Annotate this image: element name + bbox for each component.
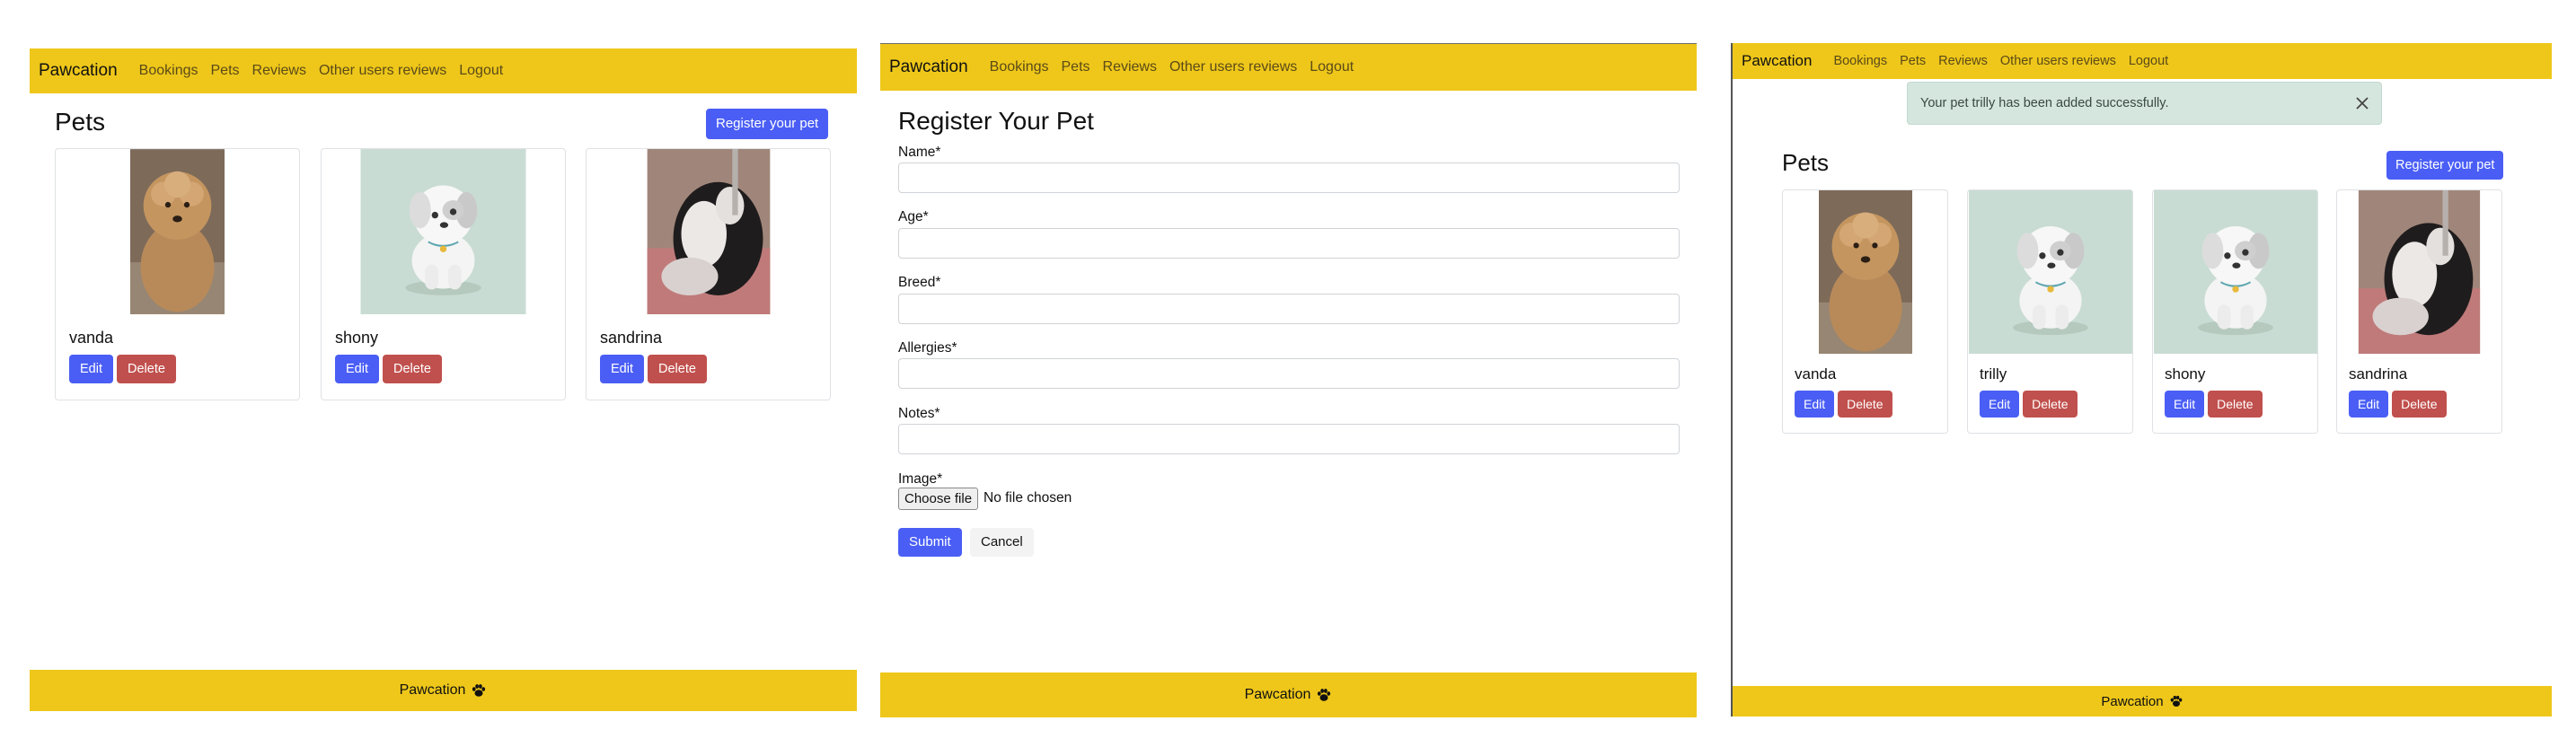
delete-button[interactable]: Delete (1838, 391, 1892, 418)
register-pet-button[interactable]: Register your pet (706, 109, 829, 139)
nav-link-pets[interactable]: Pets (211, 63, 240, 79)
pet-name: trilly (1980, 365, 2007, 382)
pets-list-panel: Pawcation Bookings Pets Reviews Other us… (30, 48, 857, 711)
image-label: Image* (898, 471, 943, 487)
nav-link-logout[interactable]: Logout (459, 63, 503, 79)
nav-link-logout[interactable]: Logout (2129, 54, 2168, 68)
edit-button[interactable]: Edit (335, 355, 379, 383)
nav-link-reviews[interactable]: Reviews (1938, 54, 1988, 68)
pet-card: trilly Edit Delete (1967, 189, 2133, 434)
footer: Pawcation (880, 672, 1697, 717)
footer: Pawcation (1733, 686, 2552, 716)
navbar-brand[interactable]: Pawcation (1742, 52, 1812, 70)
delete-button[interactable]: Delete (117, 355, 176, 383)
delete-button[interactable]: Delete (2208, 391, 2263, 418)
pet-name: vanda (69, 329, 114, 347)
navbar: Pawcation Bookings Pets Reviews Other us… (1733, 43, 2552, 79)
alert-message: Your pet trilly has been added successfu… (1920, 96, 2169, 110)
nav-link-pets[interactable]: Pets (1062, 59, 1090, 75)
paw-icon (1316, 687, 1332, 703)
nav-link-other-users-reviews[interactable]: Other users reviews (1169, 59, 1297, 75)
success-alert: Your pet trilly has been added successfu… (1907, 82, 2382, 125)
footer: Pawcation (30, 670, 857, 711)
allergies-label: Allergies* (898, 340, 957, 356)
register-pet-panel: Pawcation Bookings Pets Reviews Other us… (880, 43, 1697, 717)
pet-card: vanda Edit Delete (55, 148, 300, 400)
pets-list-after-add-panel: Pawcation Bookings Pets Reviews Other us… (1731, 43, 2552, 716)
nav-link-logout[interactable]: Logout (1310, 59, 1354, 75)
footer-brand: Pawcation (399, 682, 466, 698)
paw-icon (2169, 694, 2183, 708)
pet-name: shony (335, 329, 379, 347)
pet-card: shony Edit Delete (321, 148, 566, 400)
delete-button[interactable]: Delete (383, 355, 442, 383)
cartoon-puppy (360, 149, 526, 314)
pet-image (1783, 190, 1947, 354)
name-label: Name* (898, 145, 941, 160)
black-white-puppy-photo (647, 149, 770, 314)
pet-card: vanda Edit Delete (1782, 189, 1948, 434)
pet-name: sandrina (2349, 365, 2408, 382)
pet-image (2337, 190, 2501, 354)
pet-card: sandrina Edit Delete (2336, 189, 2502, 434)
edit-button[interactable]: Edit (1795, 391, 1835, 418)
pet-card: sandrina Edit Delete (586, 148, 831, 400)
pet-card: shony Edit Delete (2152, 189, 2318, 434)
file-status: No file chosen (984, 490, 1072, 505)
pet-name: sandrina (600, 329, 663, 347)
allergies-field[interactable] (898, 358, 1680, 389)
pet-image (1968, 190, 2132, 354)
cartoon-puppy (1968, 190, 2132, 354)
pet-image (587, 149, 830, 314)
page-title: Pets (1782, 149, 1830, 176)
pet-image (2153, 190, 2317, 354)
delete-button[interactable]: Delete (2392, 391, 2447, 418)
nav-link-pets[interactable]: Pets (1900, 54, 1926, 68)
nav-link-reviews[interactable]: Reviews (1103, 59, 1157, 75)
notes-field[interactable] (898, 424, 1680, 454)
nav-link-bookings[interactable]: Bookings (1833, 54, 1887, 68)
cartoon-puppy (2153, 190, 2317, 354)
pet-name: vanda (1795, 365, 1837, 382)
paw-icon (471, 682, 487, 699)
breed-field[interactable] (898, 294, 1680, 324)
cancel-button[interactable]: Cancel (970, 528, 1034, 557)
pet-image (322, 149, 565, 314)
edit-button[interactable]: Edit (2349, 391, 2389, 418)
nav-link-bookings[interactable]: Bookings (139, 63, 198, 79)
age-label: Age* (898, 209, 929, 224)
edit-button[interactable]: Edit (69, 355, 113, 383)
navbar: Pawcation Bookings Pets Reviews Other us… (30, 48, 857, 93)
delete-button[interactable]: Delete (648, 355, 707, 383)
breed-label: Breed* (898, 275, 941, 290)
black-white-puppy-photo (2358, 190, 2481, 354)
age-field[interactable] (898, 228, 1680, 259)
nav-link-other-users-reviews[interactable]: Other users reviews (2000, 54, 2116, 68)
edit-button[interactable]: Edit (2165, 391, 2205, 418)
close-icon[interactable] (2352, 93, 2372, 113)
pet-image (56, 149, 299, 314)
poodle-photo (1818, 190, 1912, 354)
nav-link-bookings[interactable]: Bookings (990, 59, 1049, 75)
name-field[interactable] (898, 163, 1680, 193)
navbar: Pawcation Bookings Pets Reviews Other us… (880, 44, 1697, 91)
footer-brand: Pawcation (2101, 693, 2164, 709)
delete-button[interactable]: Delete (2023, 391, 2078, 418)
pet-name: shony (2165, 365, 2206, 382)
page-title: Pets (55, 108, 106, 136)
register-pet-button[interactable]: Register your pet (2386, 151, 2504, 180)
edit-button[interactable]: Edit (1980, 391, 2020, 418)
footer-brand: Pawcation (1244, 687, 1311, 702)
edit-button[interactable]: Edit (600, 355, 644, 383)
notes-label: Notes* (898, 406, 940, 421)
nav-link-other-users-reviews[interactable]: Other users reviews (319, 63, 446, 79)
nav-link-reviews[interactable]: Reviews (252, 63, 306, 79)
poodle-photo (130, 149, 225, 314)
navbar-brand[interactable]: Pawcation (889, 57, 968, 77)
navbar-brand[interactable]: Pawcation (39, 61, 118, 81)
form-title: Register Your Pet (898, 107, 1094, 135)
submit-button[interactable]: Submit (898, 528, 962, 557)
choose-file-button[interactable]: Choose file (898, 488, 979, 510)
